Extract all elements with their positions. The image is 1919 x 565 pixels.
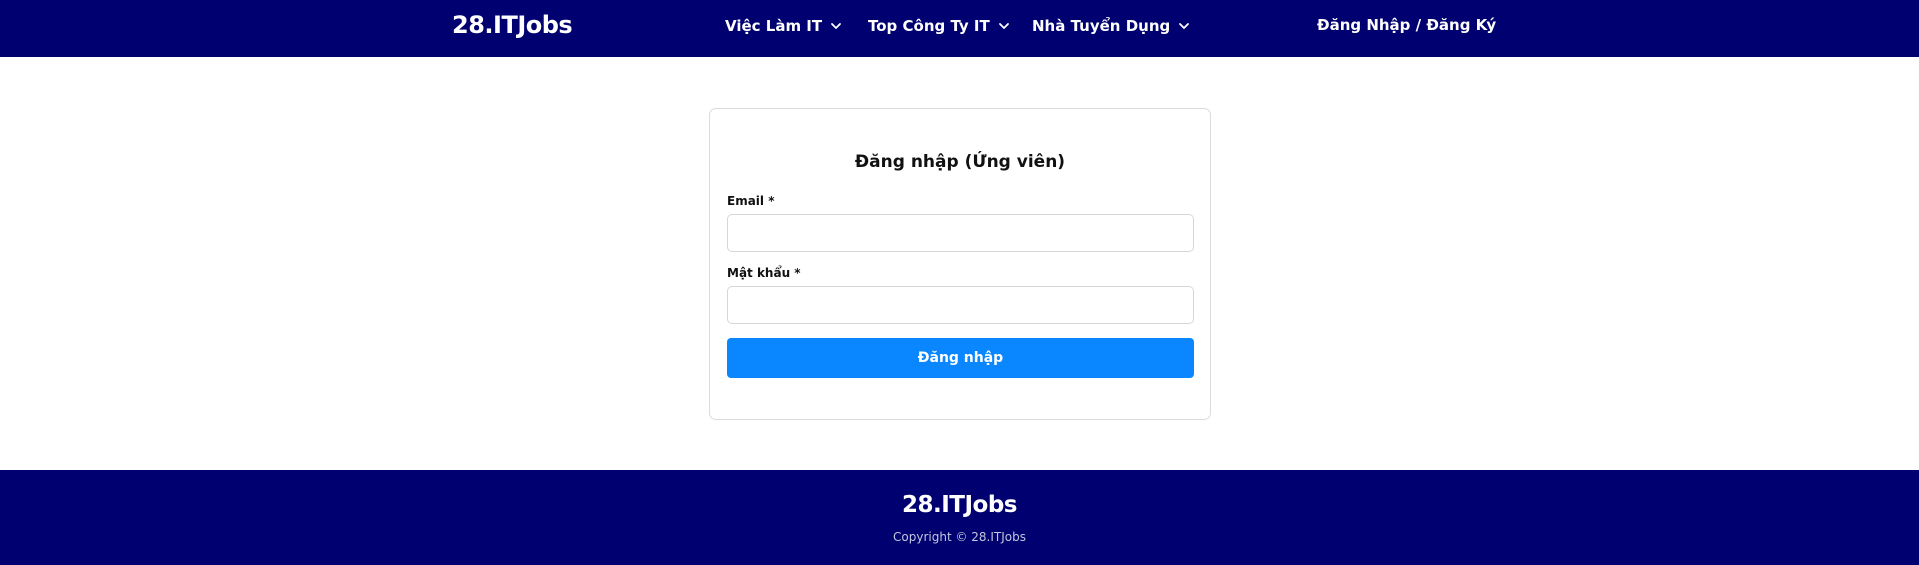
site-logo[interactable]: 28.ITJobs — [452, 0, 573, 51]
chevron-down-icon — [1178, 20, 1190, 32]
email-label: Email * — [727, 194, 775, 208]
nav-viec-lam-it-label: Việc Làm IT — [725, 16, 823, 35]
login-form-card: Đăng nhập (Ứng viên) Email * Mật khẩu * … — [709, 108, 1211, 420]
nav-nha-tuyen-dung[interactable]: Nhà Tuyển Dụng — [1032, 0, 1190, 51]
login-submit-button[interactable]: Đăng nhập — [727, 338, 1194, 378]
chevron-down-icon — [830, 20, 842, 32]
password-field[interactable] — [727, 286, 1194, 324]
chevron-down-icon — [998, 20, 1010, 32]
login-title: Đăng nhập (Ứng viên) — [854, 152, 1066, 172]
nav-top-cong-ty-it-label: Top Công Ty IT — [868, 16, 990, 35]
nav-nha-tuyen-dung-label: Nhà Tuyển Dụng — [1032, 16, 1171, 35]
nav-viec-lam-it[interactable]: Việc Làm IT — [725, 0, 842, 51]
site-footer: 28.ITJobs Copyright © 28.ITJobs — [0, 470, 1919, 565]
copyright-text: Copyright © 28.ITJobs — [893, 530, 1026, 544]
email-field[interactable] — [727, 214, 1194, 252]
password-label: Mật khẩu * — [727, 266, 801, 280]
site-header: 28.ITJobs Việc Làm IT Top Công Ty IT Nhà… — [0, 0, 1919, 57]
login-register-link[interactable]: Đăng Nhập / Đăng Ký — [1317, 0, 1496, 51]
nav-top-cong-ty-it[interactable]: Top Công Ty IT — [868, 0, 1010, 51]
footer-logo: 28.ITJobs — [901, 492, 1018, 518]
